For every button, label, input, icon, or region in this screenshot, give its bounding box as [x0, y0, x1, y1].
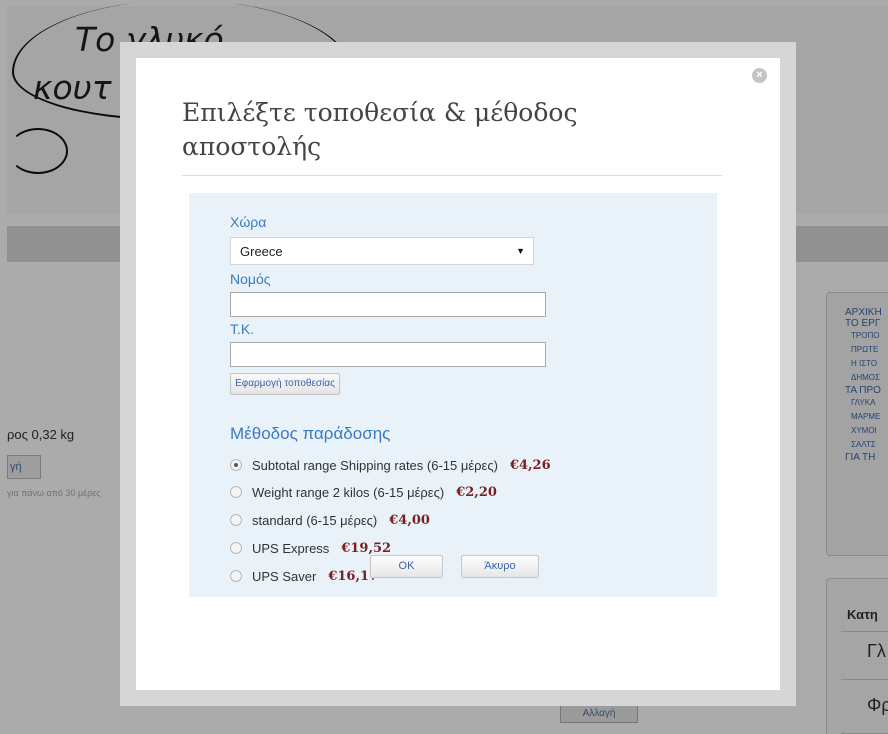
radio-button-selected[interactable] — [230, 459, 242, 471]
radio-button[interactable] — [230, 570, 242, 582]
shipping-option[interactable]: UPS Express €19,52 — [230, 539, 391, 557]
shipping-option[interactable]: standard (6-15 μέρες) €4,00 — [230, 511, 430, 529]
delivery-method-title: Μέθοδος παράδοσης — [230, 424, 391, 443]
dropdown-arrow-icon: ▼ — [516, 246, 525, 256]
radio-button[interactable] — [230, 486, 242, 498]
ok-button[interactable]: OK — [370, 555, 443, 578]
shipping-option[interactable]: UPS Saver €16,17 — [230, 567, 378, 585]
shipping-option-label: Subtotal range Shipping rates (6-15 μέρε… — [252, 457, 498, 473]
country-selected-value: Greece — [240, 244, 283, 259]
country-label: Χώρα — [230, 214, 267, 230]
radio-button[interactable] — [230, 542, 242, 554]
shipping-option-price: €4,00 — [389, 512, 430, 528]
region-input[interactable] — [230, 292, 546, 317]
radio-button[interactable] — [230, 514, 242, 526]
shipping-option-price: €2,20 — [456, 484, 497, 500]
region-label: Νομός — [230, 271, 271, 287]
shipping-option-label: UPS Saver — [252, 568, 317, 584]
zip-label: Τ.Κ. — [230, 321, 255, 337]
shipping-option-label: Weight range 2 kilos (6-15 μέρες) — [252, 484, 445, 500]
apply-location-button[interactable]: Εφαρμογή τοποθεσίας — [230, 373, 340, 395]
zip-input[interactable] — [230, 342, 546, 367]
cancel-button[interactable]: Άκυρο — [461, 555, 539, 578]
shipping-option-price: €19,52 — [341, 540, 392, 556]
title-divider — [182, 175, 722, 176]
shipping-option[interactable]: Subtotal range Shipping rates (6-15 μέρε… — [230, 456, 551, 474]
country-select[interactable]: Greece ▼ — [230, 237, 534, 265]
shipping-option-label: standard (6-15 μέρες) — [252, 512, 378, 528]
shipping-option[interactable]: Weight range 2 kilos (6-15 μέρες) €2,20 — [230, 483, 497, 501]
shipping-option-label: UPS Express — [252, 540, 330, 556]
close-icon[interactable]: × — [752, 68, 767, 83]
modal-title: Επιλέξτε τοποθεσία & μέθοδος αποστολής — [182, 98, 578, 161]
shipping-option-price: €4,26 — [509, 457, 551, 473]
